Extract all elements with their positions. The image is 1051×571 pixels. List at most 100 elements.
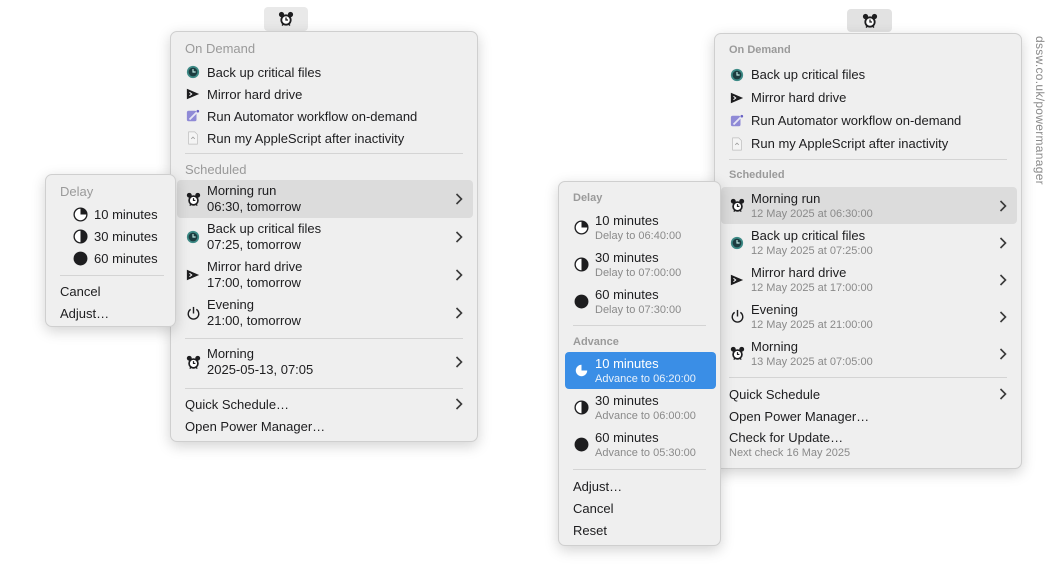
chevron-right-icon [455,356,463,368]
full-circle-icon [573,437,589,453]
menu-item-label: Run Automator workflow on-demand [207,108,418,124]
menu-item-label: Back up critical files [207,221,322,236]
right-adjust-submenu: Delay 10 minutes Delay to 06:40:00 30 min… [558,181,721,546]
menu-item-backup[interactable]: Back up critical files [177,61,473,83]
menu-item-open-power-manager[interactable]: Open Power Manager… [721,405,1017,427]
automator-icon [185,108,201,124]
menu-item-mirror[interactable]: Mirror hard drive [721,86,1017,109]
menubar-alarm-button[interactable] [264,7,308,31]
half-circle-icon [573,400,589,416]
menu-item-delay-30[interactable]: 30 minutes [52,225,171,247]
menu-item-reset[interactable]: Reset [565,519,716,541]
chevron-right-icon [455,398,463,410]
script-icon [729,136,745,152]
menu-item-applescript[interactable]: Run my AppleScript after inactivity [177,127,473,149]
time-machine-icon [185,229,201,245]
menu-item-label: 60 minutes [595,429,659,445]
separator [185,153,463,154]
menu-item-delay-60[interactable]: 60 minutes Delay to 07:30:00 [565,283,716,320]
menu-item-delay-60[interactable]: 60 minutes [52,247,171,269]
menu-item-detail: Next check 16 May 2025 [729,447,851,459]
menu-item-backup-scheduled[interactable]: Back up critical files 07:25, tomorrow [177,218,473,256]
menu-item-evening[interactable]: Evening 12 May 2025 at 21:00:00 [721,298,1017,335]
menu-item-mirror-scheduled[interactable]: Mirror hard drive 17:00, tomorrow [177,256,473,294]
menu-item-morning-run[interactable]: Morning run 06:30, tomorrow [177,180,473,218]
terminal-icon [729,272,745,288]
menu-item-detail: 07:25, tomorrow [207,237,301,252]
menu-item-detail: Advance to 06:20:00 [595,372,696,385]
alarm-clock-icon [729,346,745,362]
menu-item-backup[interactable]: Back up critical files [721,63,1017,86]
menu-item-detail: Delay to 06:40:00 [595,229,682,242]
separator [729,377,1007,378]
menu-item-label: Quick Schedule… [185,396,290,412]
menu-item-label: Reset [573,522,607,538]
right-main-menu: On Demand Back up critical files Mirror … [714,33,1022,469]
menu-item-detail: 12 May 2025 at 17:00:00 [751,281,873,294]
menu-item-label: Mirror hard drive [751,90,847,105]
menu-item-cancel[interactable]: Cancel [52,280,171,302]
menu-item-detail: Delay to 07:30:00 [595,303,682,316]
chevron-right-icon [999,388,1007,400]
menu-item-automator[interactable]: Run Automator workflow on-demand [177,105,473,127]
menu-item-adjust[interactable]: Adjust… [52,302,171,324]
menu-item-open-power-manager[interactable]: Open Power Manager… [177,415,473,437]
menu-item-label: 10 minutes [595,212,659,228]
left-delay-submenu: Delay 10 minutes 30 minutes 60 minutes C… [45,174,176,327]
time-machine-icon [729,235,745,251]
menu-item-morning-run[interactable]: Morning run 12 May 2025 at 06:30:00 [721,187,1017,224]
menu-item-delay-10[interactable]: 10 minutes Delay to 06:40:00 [565,209,716,246]
menu-item-advance-30[interactable]: 30 minutes Advance to 06:00:00 [565,389,716,426]
menu-item-mirror[interactable]: Mirror hard drive [177,83,473,105]
half-circle-icon [72,228,88,244]
menu-item-label: 30 minutes [595,392,659,408]
menu-item-automator[interactable]: Run Automator workflow on-demand [721,109,1017,132]
menu-item-detail: 12 May 2025 at 21:00:00 [751,318,873,331]
time-machine-icon [729,67,745,83]
menu-item-evening[interactable]: Evening 21:00, tomorrow [177,294,473,332]
quarter-clock-icon [72,206,88,222]
separator [60,275,164,276]
menu-item-quick-schedule[interactable]: Quick Schedule… [177,393,473,415]
menu-item-label: Open Power Manager… [185,418,326,434]
menu-item-check-update[interactable]: Check for Update… Next check 16 May 2025 [721,427,1017,463]
menu-item-label: Evening [207,297,254,312]
half-circle-icon [573,257,589,273]
menu-item-morning[interactable]: Morning 2025-05-13, 07:05 [177,343,473,381]
full-circle-icon [573,294,589,310]
quarter-clock-icon [573,363,589,379]
menu-item-delay-30[interactable]: 30 minutes Delay to 07:00:00 [565,246,716,283]
menu-item-applescript[interactable]: Run my AppleScript after inactivity [721,132,1017,155]
menu-item-advance-60[interactable]: 60 minutes Advance to 05:30:00 [565,426,716,463]
menu-item-label: Check for Update… [729,430,844,445]
menu-item-cancel[interactable]: Cancel [565,497,716,519]
menu-item-label: Mirror hard drive [751,264,847,280]
menu-item-label: Back up critical files [751,67,866,82]
alarm-clock-icon [729,198,745,214]
menu-item-label: 60 minutes [595,286,659,302]
menu-item-detail: 17:00, tomorrow [207,275,301,290]
menu-item-adjust[interactable]: Adjust… [565,475,716,497]
alarm-clock-icon [278,11,294,27]
chevron-right-icon [455,231,463,243]
menu-item-delay-10[interactable]: 10 minutes [52,203,171,225]
time-machine-icon [185,64,201,80]
menu-item-label: 30 minutes [595,249,659,265]
section-header-on-demand: On Demand [185,41,256,56]
separator [729,159,1007,160]
menu-item-label: 60 minutes [94,250,158,266]
menu-item-label: Back up critical files [207,64,322,80]
menu-item-label: Cancel [573,500,614,516]
menubar-alarm-button[interactable] [847,9,892,32]
menu-item-mirror-scheduled[interactable]: Mirror hard drive 12 May 2025 at 17:00:00 [721,261,1017,298]
left-main-menu: On Demand Back up critical files Mirror … [170,31,478,442]
menu-item-advance-10[interactable]: 10 minutes Advance to 06:20:00 [565,352,716,389]
chevron-right-icon [999,274,1007,286]
menu-item-label: Quick Schedule [729,386,821,402]
menu-item-quick-schedule[interactable]: Quick Schedule [721,383,1017,405]
separator [573,325,706,326]
menu-item-detail: 21:00, tomorrow [207,313,301,328]
menu-item-label: Morning run [207,183,277,198]
menu-item-morning[interactable]: Morning 13 May 2025 at 07:05:00 [721,335,1017,372]
menu-item-backup-scheduled[interactable]: Back up critical files 12 May 2025 at 07:… [721,224,1017,261]
